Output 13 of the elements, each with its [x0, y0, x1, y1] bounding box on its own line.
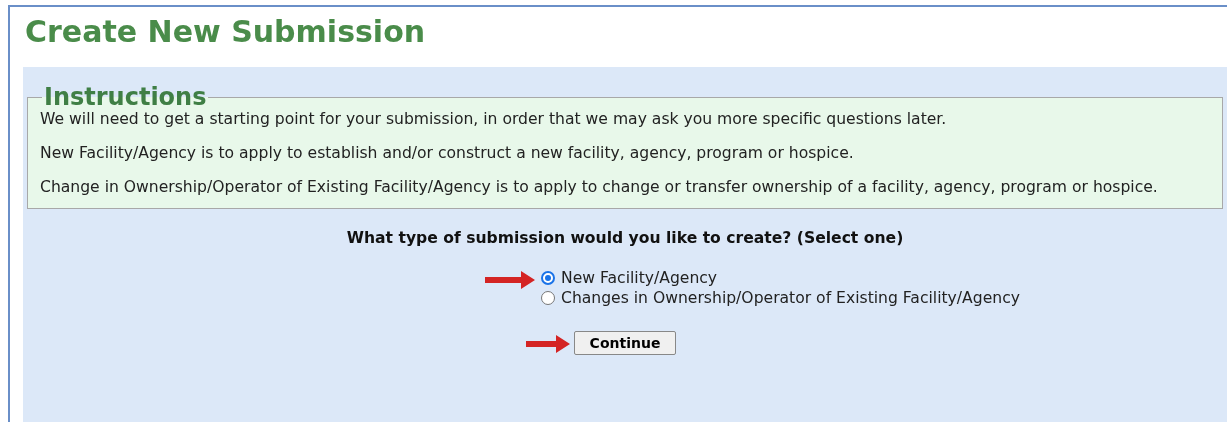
instruction-text: New Facility/Agency is to apply to establish and/or construct a new facility, agency, program or hospice.: [40, 143, 855, 164]
arrow-icon: [526, 335, 570, 353]
page-title: Create New Submission: [25, 15, 427, 49]
instruction-text: Change in Ownership/Operator of Existing Facility/Agency is to apply to change or transfer ownership of a facility, agency, program or hospice.: [40, 177, 1159, 198]
option-label[interactable]: New Facility/Agency: [561, 269, 718, 287]
instruction-text: We will need to get a starting point for your submission, in order that we may ask you more specific questions later.: [40, 109, 948, 130]
continue-button[interactable]: Continue: [574, 331, 676, 355]
arrow-icon: [485, 271, 535, 289]
option-label[interactable]: Changes in Ownership/Operator of Existing Facility/Agency: [561, 289, 1020, 307]
instructions-legend: Instructions: [42, 85, 209, 109]
radio-button[interactable]: [541, 291, 555, 305]
radio-button[interactable]: [541, 271, 555, 285]
question-text: What type of submission would you like to create? (Select one): [345, 229, 905, 247]
